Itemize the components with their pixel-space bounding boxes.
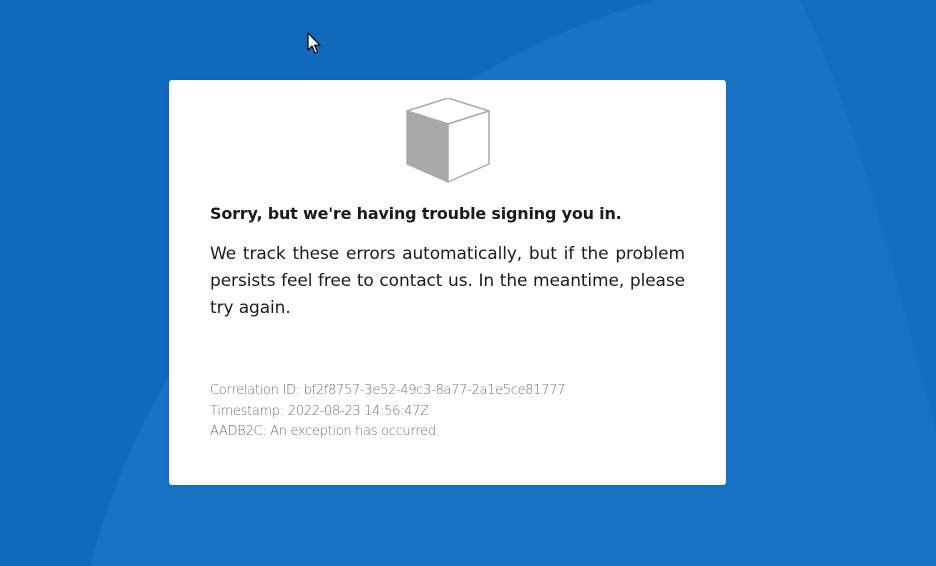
timestamp: Timestamp: 2022-08-23 14:56:47Z xyxy=(210,403,429,419)
mouse-cursor-icon xyxy=(307,32,321,54)
cube-icon xyxy=(406,98,490,183)
error-message: We track these errors automatically, but… xyxy=(210,244,685,318)
error-card: Sorry, but we're having trouble signing … xyxy=(169,80,726,485)
error-title: Sorry, but we're having trouble signing … xyxy=(210,204,622,223)
exception-message: AADB2C: An exception has occurred. xyxy=(210,424,440,439)
error-details: Correlation ID: bf2f8757-3e52-49c3-8a77-… xyxy=(210,381,690,443)
correlation-id: Correlation ID: bf2f8757-3e52-49c3-8a77-… xyxy=(210,383,566,398)
